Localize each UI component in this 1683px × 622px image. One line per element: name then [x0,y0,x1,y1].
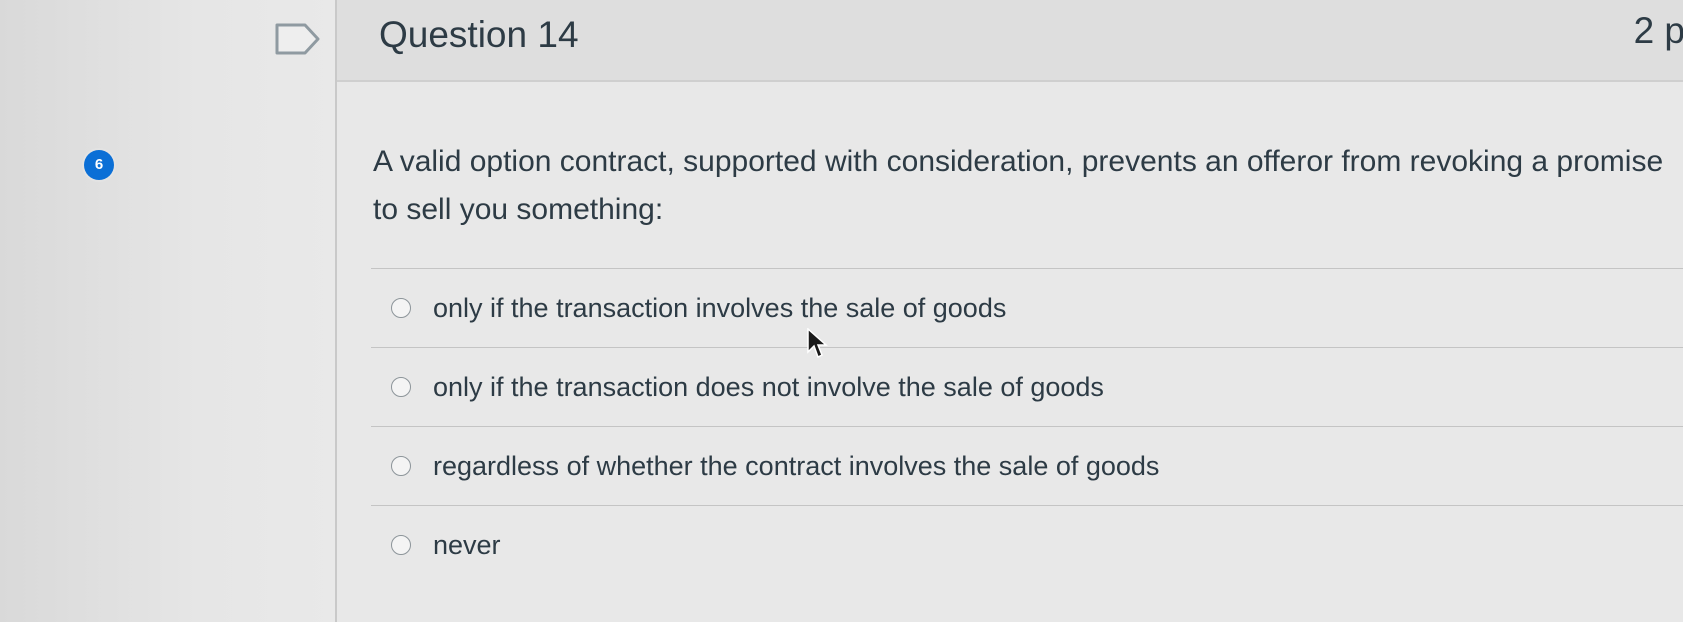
question-nav-gutter [0,0,335,622]
question-header: Question 14 2 p [337,0,1683,82]
answer-option-3[interactable]: regardless of whether the contract invol… [371,427,1683,505]
answer-option-2[interactable]: only if the transaction does not involve… [371,348,1683,426]
answer-option-1[interactable]: only if the transaction involves the sal… [371,269,1683,347]
radio-button[interactable] [391,535,411,555]
question-status-badge: 6 [84,150,114,180]
answer-label: only if the transaction involves the sal… [433,292,1007,323]
answer-label: regardless of whether the contract invol… [433,450,1160,481]
answer-label: only if the transaction does not involve… [433,371,1104,402]
radio-button[interactable] [391,456,411,476]
flag-question-icon[interactable] [275,22,321,56]
question-title: Question 14 [379,14,579,55]
mouse-pointer-icon [807,328,828,359]
radio-button[interactable] [391,298,411,318]
answer-label: never [433,529,501,560]
answer-option-4[interactable]: never [371,506,1683,584]
question-points: 2 p [1633,10,1683,51]
question-text: A valid option contract, supported with … [373,145,1664,226]
radio-button[interactable] [391,377,411,397]
answer-list: only if the transaction involves the sal… [371,268,1683,584]
question-card: Question 14 2 p A valid option contract,… [335,0,1683,622]
